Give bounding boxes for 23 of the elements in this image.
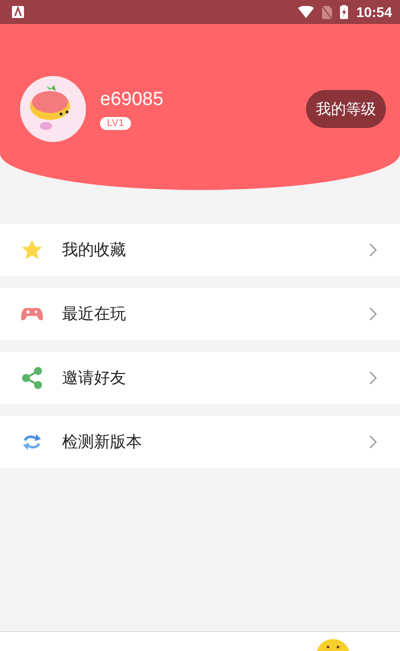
emoji-icon[interactable] <box>316 639 350 651</box>
chevron-icon <box>368 435 378 449</box>
chevron-icon <box>368 243 378 257</box>
no-sim-icon <box>322 6 332 18</box>
menu-item[interactable]: 我的收藏 <box>0 224 400 276</box>
wifi-icon <box>298 6 314 18</box>
menu-label: 检测新版本 <box>62 432 143 452</box>
my-level-button[interactable]: 我的等级 <box>306 90 386 128</box>
menu-label: 邀请好友 <box>62 368 127 388</box>
chevron-icon <box>368 307 378 321</box>
menu-item[interactable]: 最近在玩 <box>0 288 400 340</box>
menu-label: 最近在玩 <box>62 304 127 324</box>
menu-label: 我的收藏 <box>62 240 127 260</box>
star-icon <box>20 238 44 262</box>
clock-time: 10:54 <box>356 4 392 20</box>
menu-item[interactable]: 邀请好友 <box>0 352 400 404</box>
level-badge: LV1 <box>100 116 132 130</box>
battery-icon <box>340 5 348 19</box>
menu-item[interactable]: 检测新版本 <box>0 416 400 468</box>
notification-icon <box>12 6 24 18</box>
share-icon <box>20 366 44 390</box>
chevron-icon <box>368 371 378 385</box>
username: e69085 <box>100 88 164 110</box>
